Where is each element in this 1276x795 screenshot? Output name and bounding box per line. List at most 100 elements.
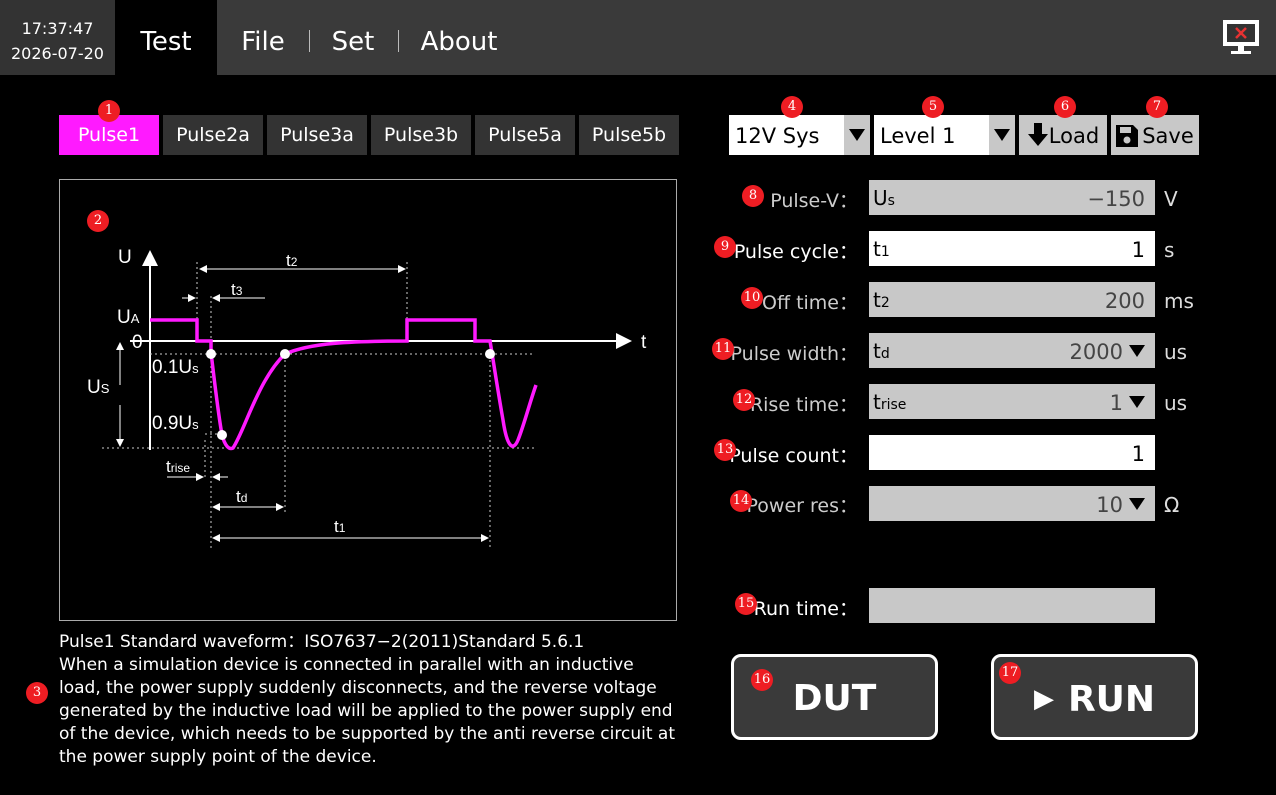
chevron-down-icon[interactable] <box>844 115 870 155</box>
menu-about[interactable]: About <box>404 0 514 75</box>
load-button[interactable]: Load <box>1019 115 1107 155</box>
rise-time-select[interactable]: trise 1 <box>869 384 1155 419</box>
power-res-select[interactable]: 10 <box>869 486 1155 521</box>
badge-8: 8 <box>742 185 764 207</box>
system-select[interactable]: 12V Sys <box>729 115 870 155</box>
run-time-label: Run time： <box>753 598 858 620</box>
chevron-down-icon[interactable] <box>1129 498 1145 510</box>
power-res-unit: Ω <box>1164 493 1180 517</box>
chevron-down-icon[interactable] <box>1129 345 1145 357</box>
label-t-axis: t <box>641 332 647 353</box>
description-line: load, the power supply suddenly disconne… <box>59 678 657 698</box>
rise-time-value: 1 <box>1109 391 1123 415</box>
tab-pulse2a[interactable]: Pulse2a <box>163 115 263 155</box>
chevron-down-icon[interactable] <box>989 115 1015 155</box>
badge-9: 9 <box>714 236 736 258</box>
tab-pulse5b[interactable]: Pulse5b <box>579 115 679 155</box>
pulse-cycle-prefix-sub: 1 <box>880 244 890 260</box>
monitor-close-icon[interactable] <box>1220 18 1262 58</box>
badge-14: 14 <box>730 490 752 512</box>
power-res-label: Power res： <box>746 495 858 517</box>
tab-pulse3a[interactable]: Pulse3a <box>267 115 367 155</box>
off-time-prefix-sub: 2 <box>880 295 890 311</box>
guide-lines <box>102 262 535 550</box>
label-t1-sub: 1 <box>339 521 346 535</box>
svg-text:UA: UA <box>117 307 140 328</box>
pulse-v-value: −150 <box>1087 187 1145 211</box>
pulse-cycle-field[interactable]: t1 1 <box>869 231 1155 266</box>
waveform-points <box>206 349 495 440</box>
dut-label: DUT <box>792 678 877 719</box>
svg-text:0.9Us: 0.9Us <box>152 413 199 434</box>
floppy-disk-icon <box>1116 125 1139 147</box>
dimension-arrows <box>116 265 489 542</box>
dut-button[interactable]: DUT <box>731 654 938 740</box>
badge-1: 1 <box>98 100 120 122</box>
pulse-v-prefix: U <box>873 186 888 210</box>
save-button[interactable]: Save <box>1111 115 1199 155</box>
tab-pulse3b[interactable]: Pulse3b <box>371 115 471 155</box>
label-us-sub: S <box>101 381 110 396</box>
label-t2-sub: 2 <box>291 255 298 269</box>
label-ua-sub: A <box>131 311 140 326</box>
badge-2: 2 <box>87 210 109 232</box>
svg-text:t3: t3 <box>231 280 243 299</box>
tab-pulse5a[interactable]: Pulse5a <box>475 115 575 155</box>
pulse-width-unit: us <box>1164 340 1188 364</box>
rise-time-prefix: t <box>873 390 881 414</box>
pulse-v-prefix-sub: s <box>887 193 895 209</box>
label-01us-sub: s <box>192 361 199 376</box>
off-time-field[interactable]: t2 200 <box>869 282 1155 317</box>
svg-text:trise: trise <box>166 457 190 476</box>
save-label: Save <box>1142 124 1194 148</box>
svg-text:td: td <box>236 487 247 506</box>
menu-file[interactable]: File <box>222 0 304 75</box>
label-u-axis: U <box>118 247 132 268</box>
run-time-field <box>869 588 1155 623</box>
pulse-count-field[interactable]: 1 <box>869 435 1155 470</box>
badge-6: 6 <box>1054 96 1076 118</box>
description-line: of the device, which needs to be support… <box>59 724 675 744</box>
pulse-width-select[interactable]: td 2000 <box>869 333 1155 368</box>
label-09us-sub: s <box>192 417 199 432</box>
menu-separator <box>309 30 310 52</box>
pulse-cycle-unit: s <box>1164 238 1175 262</box>
play-icon: ▶ <box>1033 684 1054 714</box>
chevron-down-icon[interactable] <box>1129 396 1145 408</box>
pulse-width-prefix-sub: d <box>880 346 890 362</box>
badge-15: 15 <box>735 593 757 615</box>
menu-separator <box>398 30 399 52</box>
clock: 17:37:47 2026-07-20 <box>0 0 115 75</box>
pulse-v-field[interactable]: Us −150 <box>869 180 1155 215</box>
run-label: RUN <box>1067 679 1156 720</box>
run-button[interactable]: ▶ RUN <box>991 654 1198 740</box>
pulse-cycle-prefix: t <box>873 237 881 261</box>
rise-time-prefix-sub: rise <box>880 397 907 413</box>
label-01us: 0.1U <box>152 357 192 378</box>
label-trise-sub: rise <box>171 461 191 475</box>
power-res-value: 10 <box>1096 493 1123 517</box>
description-line: the power supply point of the device. <box>59 747 377 767</box>
waveform-diagram: U t UA 0 US 0.1Us 0.9Us t2 t3 trise td t… <box>59 179 677 621</box>
svg-text:t1: t1 <box>334 517 346 536</box>
pulse-width-prefix: t <box>873 339 881 363</box>
badge-17: 17 <box>999 662 1021 684</box>
description-title: Pulse1 Standard waveform：ISO7637−2(2011)… <box>59 632 585 652</box>
menu-set[interactable]: Set <box>314 0 392 75</box>
svg-text:US: US <box>87 377 110 398</box>
label-ua: U <box>117 307 131 328</box>
badge-5: 5 <box>922 96 944 118</box>
level-select[interactable]: Level 1 <box>874 115 1015 155</box>
badge-4: 4 <box>781 96 803 118</box>
label-us: U <box>87 377 101 398</box>
label-t3-sub: 3 <box>236 284 243 298</box>
description-line: When a simulation device is connected in… <box>59 655 634 675</box>
pulse-width-value: 2000 <box>1069 340 1123 364</box>
label-09us: 0.9U <box>152 413 192 434</box>
badge-7: 7 <box>1146 96 1168 118</box>
clock-date: 2026-07-20 <box>11 44 104 63</box>
rise-time-label: Rise time： <box>749 394 858 416</box>
clock-time: 17:37:47 <box>21 19 94 38</box>
menu-test[interactable]: Test <box>115 0 217 75</box>
off-time-label: Off time： <box>761 292 858 314</box>
